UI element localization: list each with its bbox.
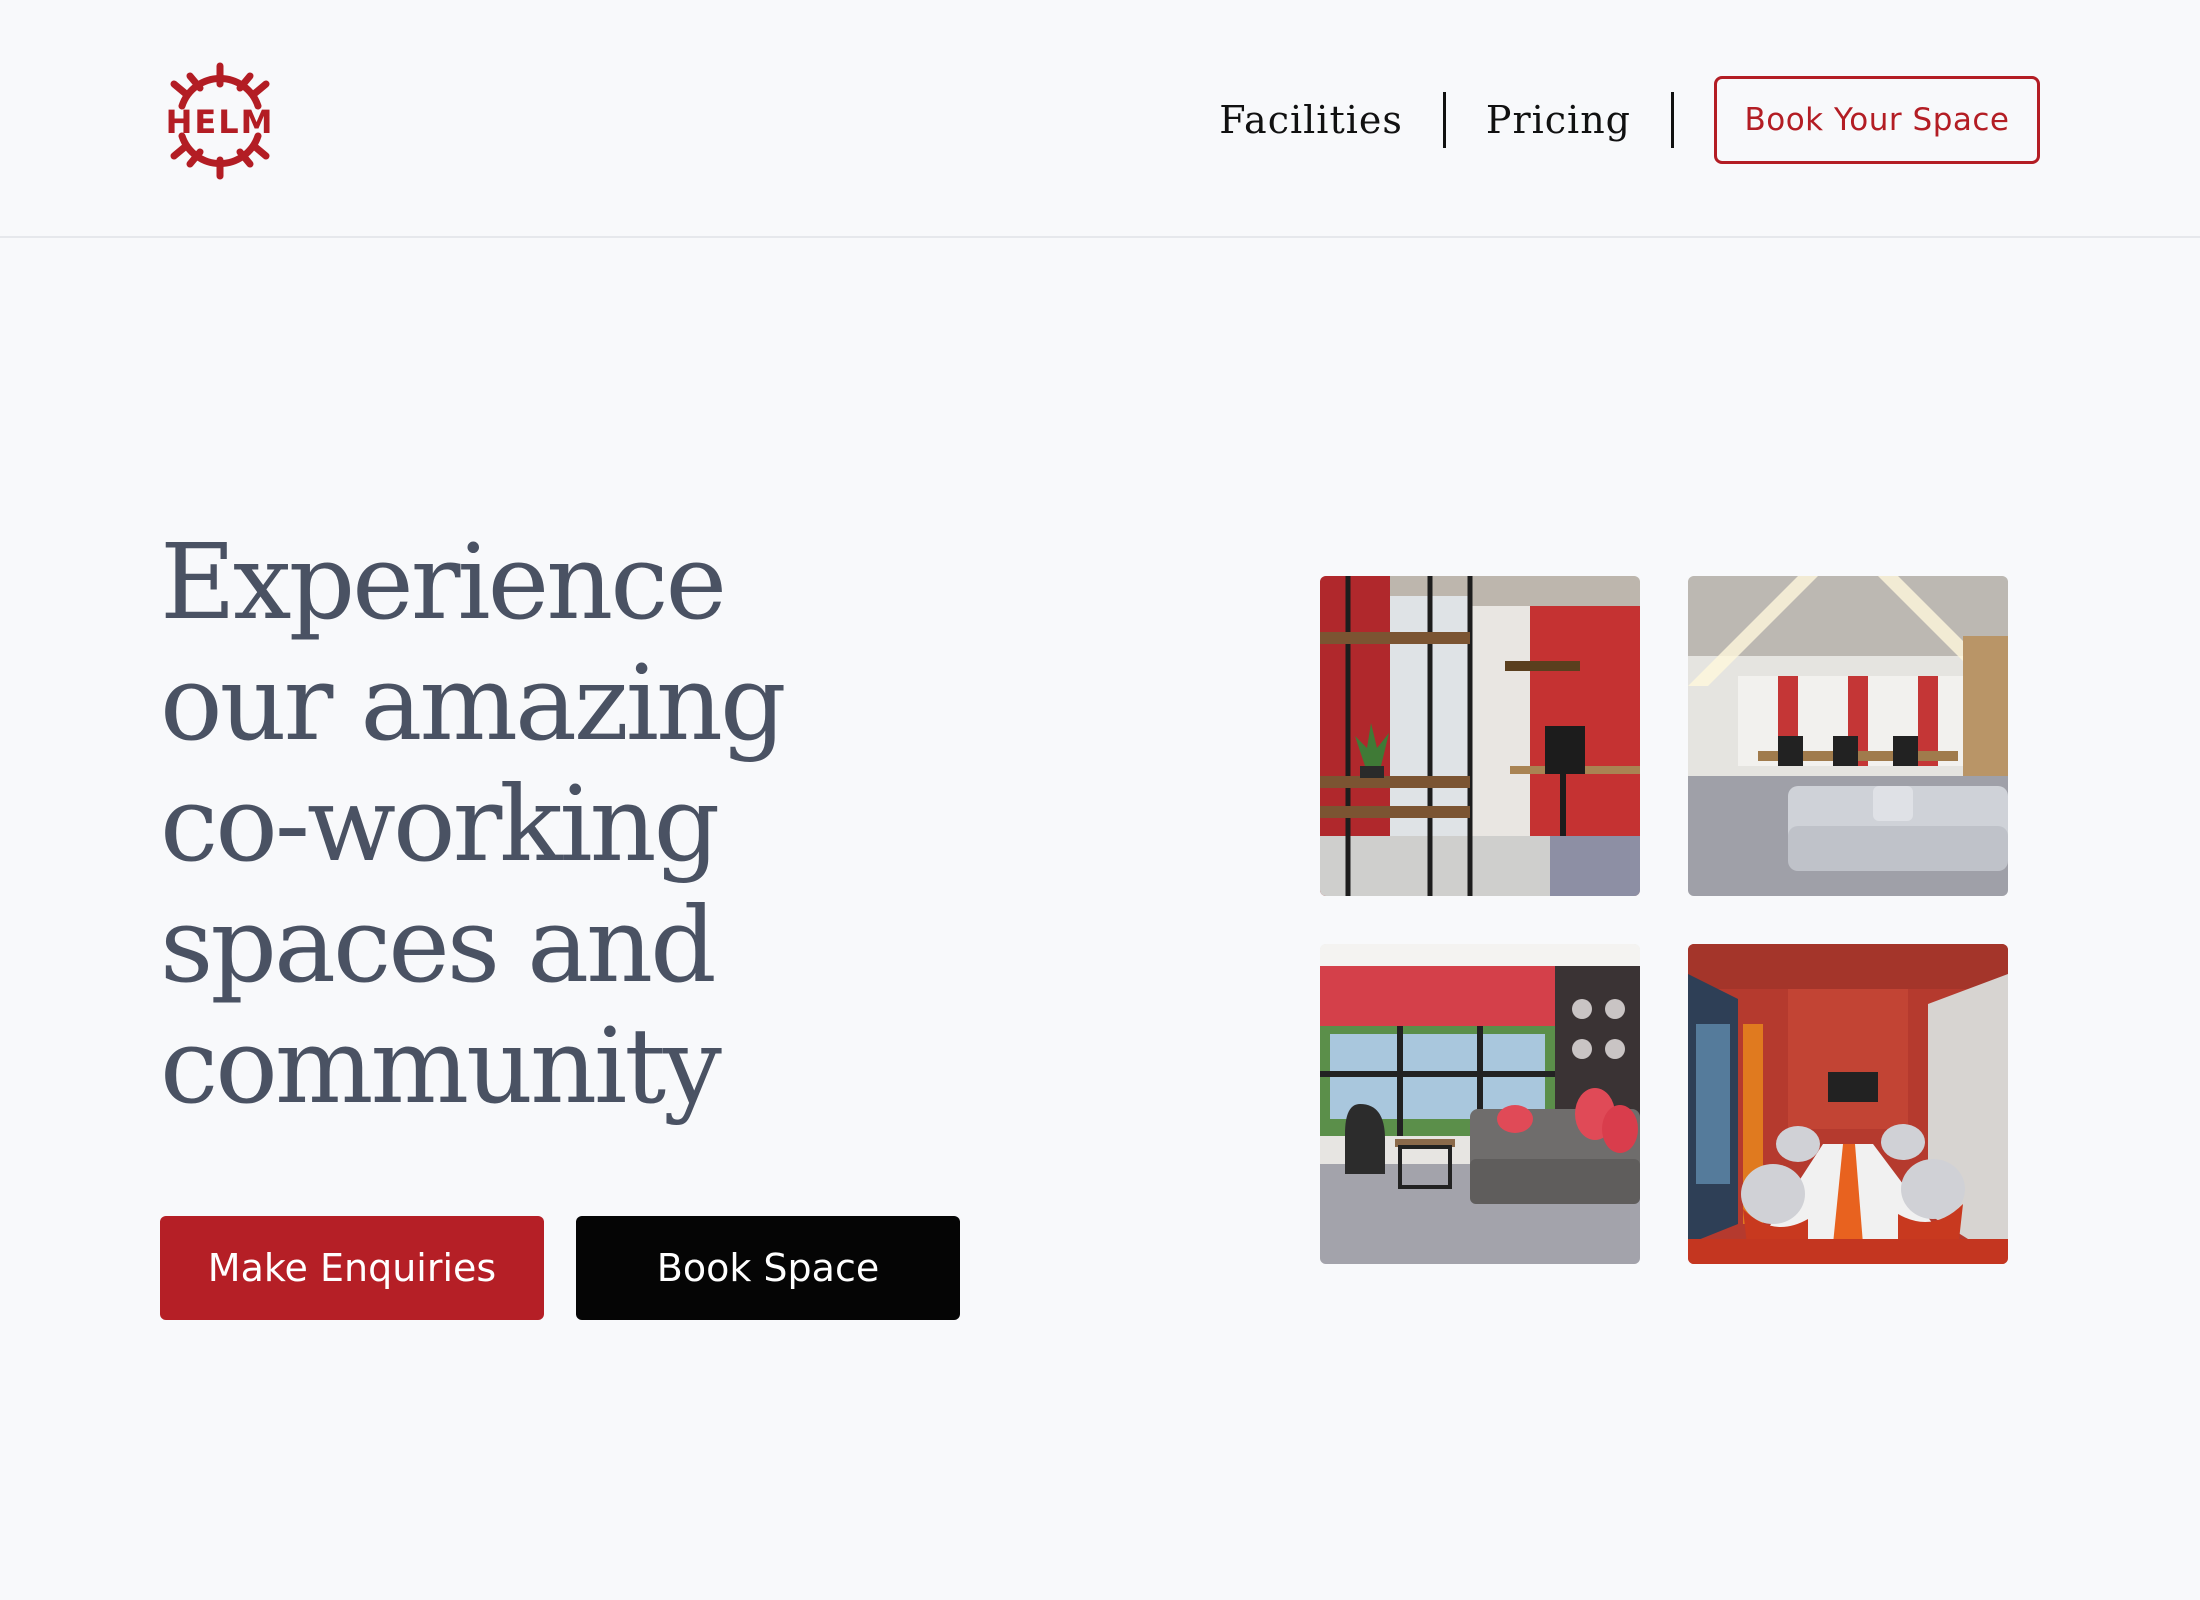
- hero-title-line: Experience: [160, 521, 727, 643]
- book-your-space-button[interactable]: Book Your Space: [1714, 76, 2040, 164]
- site-header: HELM Facilities Pricing Book Your Space: [0, 0, 2200, 238]
- meeting-room-image: [1688, 944, 2008, 1264]
- open-workspace-image: [1688, 576, 2008, 896]
- main-nav: Facilities Pricing Book Your Space: [1219, 76, 2040, 164]
- ship-wheel-icon: HELM: [166, 62, 275, 180]
- hero-title-line: spaces and: [160, 884, 717, 1006]
- make-enquiries-button[interactable]: Make Enquiries: [160, 1216, 544, 1320]
- helm-logo[interactable]: HELM: [160, 58, 280, 180]
- nav-pricing[interactable]: Pricing: [1486, 98, 1631, 142]
- logo-text: HELM: [166, 103, 275, 141]
- hero-title: Experience our amazing co-working spaces…: [160, 522, 940, 1127]
- book-space-button[interactable]: Book Space: [576, 1216, 960, 1320]
- hero-title-line: community: [160, 1005, 722, 1127]
- nav-divider: [1442, 92, 1446, 148]
- nav-facilities[interactable]: Facilities: [1219, 98, 1403, 142]
- hero-title-line: co-working: [160, 763, 720, 885]
- nav-divider: [1671, 92, 1674, 148]
- lounge-image: [1320, 944, 1640, 1264]
- office-desk-image: [1320, 576, 1640, 896]
- hero-title-line: our amazing: [160, 642, 787, 764]
